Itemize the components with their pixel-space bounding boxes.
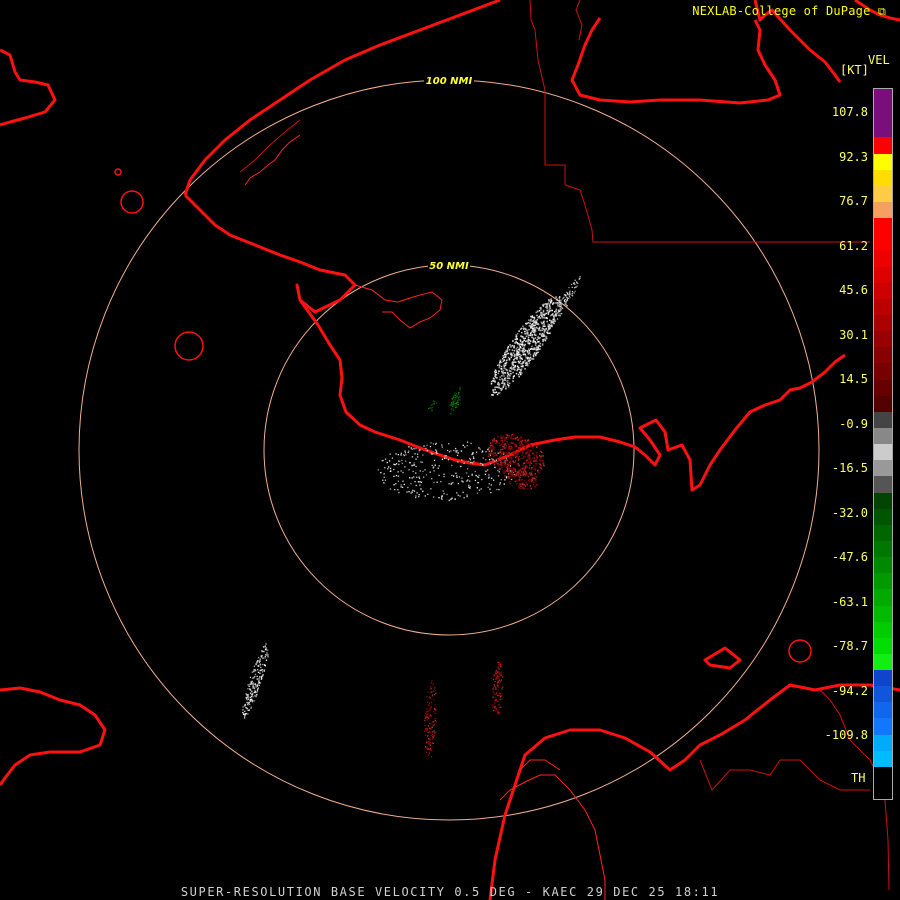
colorbar-segment: [874, 137, 892, 154]
product-caption: SUPER-RESOLUTION BASE VELOCITY 0.5 DEG -…: [180, 885, 720, 899]
ring-label-100nmi: 100 NMI: [426, 76, 473, 87]
legend-tick: -32.0: [831, 505, 868, 520]
colorbar-segment: [874, 250, 892, 267]
colorbar-segment: [874, 589, 892, 606]
coastlines: [0, 0, 900, 900]
range-ring-50nmi: [263, 264, 635, 636]
colorbar-segment: [874, 314, 892, 332]
legend-tick: 76.7: [839, 194, 868, 208]
external-link-icon: ⧉: [877, 5, 886, 18]
radar-echoes: [242, 276, 581, 758]
colorbar-segment: [874, 185, 892, 202]
colorbar-segment: [874, 637, 892, 654]
colorbar-segment: [874, 363, 892, 380]
legend-tick: -94.2: [831, 683, 868, 698]
colorbar-segment: [874, 750, 892, 767]
colorbar-segment: [874, 476, 892, 493]
range-ring-100nmi: [78, 79, 820, 821]
colorbar-segment: [874, 605, 892, 622]
velocity-colorbar: [873, 88, 893, 800]
colorbar-segment: [874, 234, 892, 251]
colorbar-segment: [874, 169, 892, 186]
colorbar-segment: [874, 201, 892, 219]
colorbar-segment: [874, 557, 892, 574]
colorbar-segment: [874, 89, 892, 106]
colorbar-segment: [874, 460, 892, 477]
legend-tick: 61.2: [839, 238, 868, 253]
legend-tick: 30.1: [839, 327, 868, 342]
colorbar-segment: [874, 427, 892, 445]
colorbar-segment: [874, 395, 892, 412]
colorbar-segment: [874, 766, 892, 784]
legend-tick: 14.5: [839, 372, 868, 386]
legend-tick: -78.7: [831, 639, 868, 653]
colorbar-segment: [874, 653, 892, 671]
legend-tick: -47.6: [831, 550, 868, 564]
legend-tick: 92.3: [839, 149, 868, 164]
colorbar-segment: [874, 282, 892, 299]
colorbar-segment: [874, 331, 892, 348]
legend-tick: -63.1: [831, 594, 868, 609]
legend-th-label: TH: [851, 771, 866, 785]
colorbar-segment: [874, 347, 892, 364]
colorbar-segment: [874, 734, 892, 751]
colorbar-segment: [874, 702, 892, 719]
colorbar-segment: [874, 411, 892, 428]
colorbar-segment: [874, 298, 892, 315]
credit-text[interactable]: NEXLAB-College of DuPage ⧉: [692, 4, 886, 19]
legend-tick: -16.5: [831, 461, 868, 475]
colorbar-segment: [874, 718, 892, 735]
state-boundaries: [239, 0, 890, 891]
legend-tick: -109.8: [824, 728, 868, 742]
legend-unit: [KT]: [840, 63, 869, 77]
colorbar-segment: [874, 524, 892, 541]
colorbar-segment: [874, 379, 892, 396]
colorbar-segment: [874, 492, 892, 509]
colorbar-segment: [874, 105, 892, 122]
colorbar-segment: [874, 670, 892, 687]
colorbar-segment: [874, 686, 892, 703]
colorbar-segment: [874, 153, 892, 170]
radar-map: 100 NMI 50 NMI: [0, 0, 900, 900]
island-outlines: [114, 168, 812, 663]
legend-tick: 45.6: [839, 283, 868, 297]
legend-product: VEL: [868, 53, 890, 67]
legend-tick: -0.9: [839, 416, 868, 431]
ring-label-50nmi: 50 NMI: [429, 261, 469, 272]
coastline-details: [244, 134, 606, 900]
colorbar-segment: [874, 573, 892, 590]
colorbar-segment: [874, 266, 892, 283]
colorbar-segment: [874, 621, 892, 638]
colorbar-segment: [874, 444, 892, 461]
colorbar-segment: [874, 218, 892, 235]
colorbar-segment: [874, 540, 892, 558]
colorbar-segment: [874, 508, 892, 525]
colorbar-segment: [874, 121, 892, 138]
legend-tick: 107.8: [831, 105, 868, 119]
colorbar-segment: [874, 783, 892, 800]
